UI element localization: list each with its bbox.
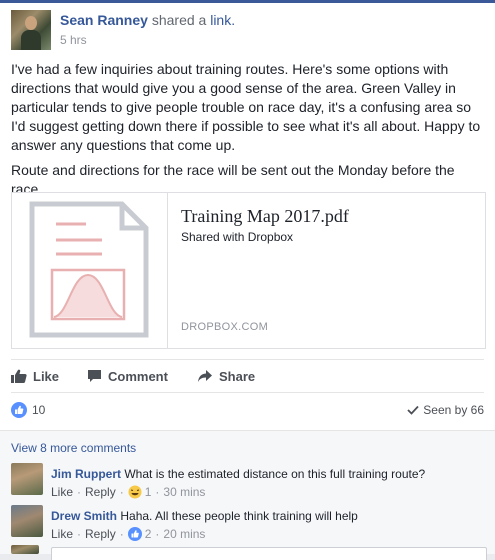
author-name[interactable]: Sean Ranney [60, 12, 148, 28]
share-label: Share [219, 368, 256, 384]
separator: · [155, 527, 160, 541]
feed-post: Sean Ranney shared a link. 5 hrs I've ha… [0, 0, 495, 560]
post-timestamp[interactable]: 5 hrs [60, 33, 87, 47]
separator: · [155, 485, 160, 499]
link-preview-card[interactable]: Training Map 2017.pdf Shared with Dropbo… [11, 192, 486, 349]
thumbs-up-icon [11, 369, 27, 383]
link-subtitle: Shared with Dropbox [181, 230, 294, 244]
link-source: DROPBOX.COM [181, 321, 269, 333]
like-reaction-icon[interactable] [11, 402, 27, 418]
action-bar: Like Comment Share [11, 359, 484, 393]
comment-reaction-count[interactable]: 1 [145, 485, 152, 499]
author-avatar[interactable] [11, 10, 51, 50]
comment-meta: Like · Reply · 2 · 20 mins [51, 527, 205, 541]
commenter-name[interactable]: Jim Ruppert [51, 467, 121, 481]
share-icon [198, 370, 212, 382]
post-body: I've had a few inquiries about training … [11, 60, 485, 205]
separator: · [77, 527, 82, 541]
comment-time[interactable]: 30 mins [163, 485, 205, 499]
comment-input[interactable] [51, 547, 487, 560]
comment-text: Jim Ruppert What is the estimated distan… [51, 467, 425, 481]
laugh-emoji-icon[interactable] [128, 485, 142, 499]
comment-meta: Like · Reply · 1 · 30 mins [51, 485, 205, 499]
like-button[interactable]: Like [11, 360, 59, 392]
like-label: Like [33, 368, 60, 384]
checkmark-icon [407, 405, 419, 415]
post-header: Sean Ranney shared a link. [60, 12, 235, 28]
like-icon[interactable] [127, 527, 142, 541]
separator: · [119, 485, 124, 499]
commenter-name[interactable]: Drew Smith [51, 509, 117, 523]
action-link[interactable]: link. [210, 12, 235, 28]
reaction-count[interactable]: 10 [32, 403, 45, 417]
commenter-avatar[interactable] [11, 505, 43, 537]
comment-time[interactable]: 20 mins [163, 527, 205, 541]
action-text: shared a [151, 12, 207, 28]
comment-reply-link[interactable]: Reply [85, 485, 116, 499]
top-border [0, 0, 495, 3]
comments-section: View 8 more comments Jim Ruppert What is… [0, 430, 495, 560]
reactions-summary: 10 Seen by 66 [11, 400, 484, 422]
comment-label: Comment [108, 368, 168, 384]
comment-like-link[interactable]: Like [51, 527, 73, 541]
comment-reaction-count[interactable]: 2 [145, 527, 152, 541]
comment-like-link[interactable]: Like [51, 485, 73, 499]
comment-body: Haha. All these people think training wi… [120, 509, 358, 523]
comment-button[interactable]: Comment [87, 360, 168, 392]
commenter-avatar[interactable] [11, 463, 43, 495]
comment-reply-link[interactable]: Reply [85, 527, 116, 541]
comment-icon [88, 370, 101, 382]
link-thumbnail [12, 193, 168, 348]
comment-text: Drew Smith Haha. All these people think … [51, 509, 358, 523]
link-title[interactable]: Training Map 2017.pdf [181, 206, 349, 227]
post-paragraph-1: I've had a few inquiries about training … [11, 61, 481, 153]
separator: · [77, 485, 82, 499]
share-button[interactable]: Share [197, 360, 255, 392]
view-more-comments[interactable]: View 8 more comments [11, 441, 136, 455]
seen-by-label: Seen by 66 [423, 403, 484, 417]
comment-body: What is the estimated distance on this f… [124, 467, 426, 481]
seen-by[interactable]: Seen by 66 [407, 403, 484, 417]
avatar [11, 10, 51, 50]
separator: · [119, 527, 124, 541]
pdf-file-icon [29, 201, 149, 338]
